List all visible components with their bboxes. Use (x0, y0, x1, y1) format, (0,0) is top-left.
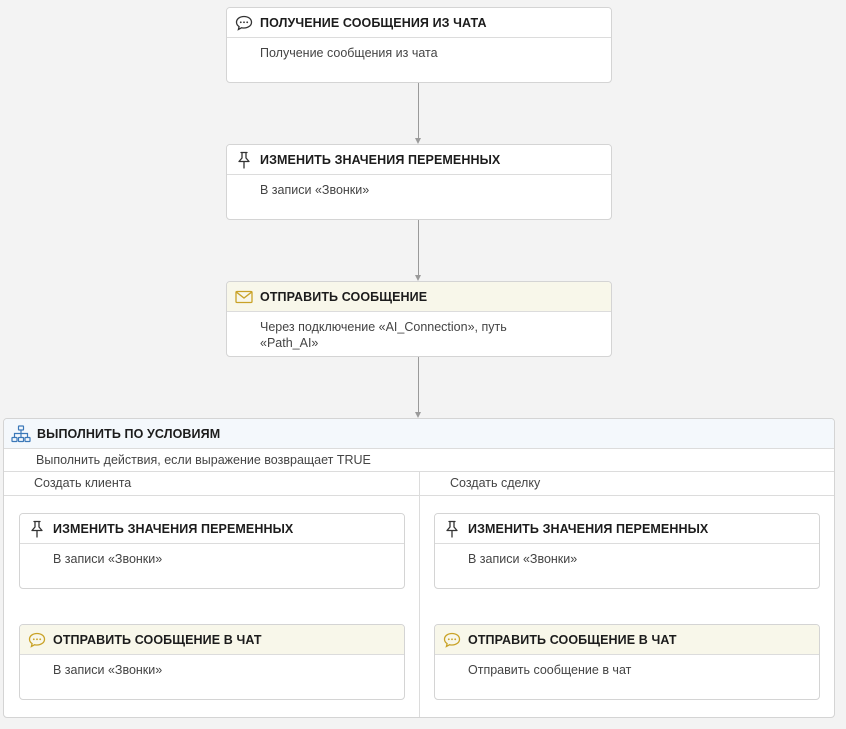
step-title: ОТПРАВИТЬ СООБЩЕНИЕ В ЧАТ (468, 632, 677, 647)
hierarchy-icon (11, 424, 31, 444)
branch-divider (419, 472, 420, 717)
condition-header: ВЫПОЛНИТЬ ПО УСЛОВИЯМ (4, 419, 834, 449)
branch-step-change-variables[interactable]: ИЗМЕНИТЬ ЗНАЧЕНИЯ ПЕРЕМЕННЫХ В записи «З… (19, 513, 405, 589)
branch-step-send-chat-message[interactable]: ОТПРАВИТЬ СООБЩЕНИЕ В ЧАТ В записи «Звон… (19, 624, 405, 700)
step-description: В записи «Звонки» (260, 183, 370, 197)
step-title: ИЗМЕНИТЬ ЗНАЧЕНИЯ ПЕРЕМЕННЫХ (53, 521, 294, 536)
pin-icon (442, 519, 462, 539)
step-description: Получение сообщения из чата (260, 46, 438, 60)
step-header: ИЗМЕНИТЬ ЗНАЧЕНИЯ ПЕРЕМЕННЫХ (227, 145, 611, 175)
envelope-icon (234, 287, 254, 307)
step-title: ИЗМЕНИТЬ ЗНАЧЕНИЯ ПЕРЕМЕННЫХ (468, 521, 709, 536)
step-description: Через подключение «AI_Connection», путь … (260, 320, 507, 350)
step-change-variables[interactable]: ИЗМЕНИТЬ ЗНАЧЕНИЯ ПЕРЕМЕННЫХ В записи «З… (226, 144, 612, 220)
step-title: ОТПРАВИТЬ СООБЩЕНИЕ (260, 289, 428, 304)
step-header: ИЗМЕНИТЬ ЗНАЧЕНИЯ ПЕРЕМЕННЫХ (435, 514, 819, 544)
connector-line (418, 83, 419, 138)
branch-step-change-variables[interactable]: ИЗМЕНИТЬ ЗНАЧЕНИЯ ПЕРЕМЕННЫХ В записи «З… (434, 513, 820, 589)
chat-bubble-icon (234, 13, 254, 33)
pin-icon (234, 150, 254, 170)
pin-icon (27, 519, 47, 539)
branch-label-create-deal[interactable]: Создать сделку (450, 472, 540, 495)
step-description: Отправить сообщение в чат (468, 663, 632, 677)
condition-block[interactable]: ВЫПОЛНИТЬ ПО УСЛОВИЯМ Выполнить действия… (3, 418, 835, 718)
step-header: ИЗМЕНИТЬ ЗНАЧЕНИЯ ПЕРЕМЕННЫХ (20, 514, 404, 544)
step-title: ОТПРАВИТЬ СООБЩЕНИЕ В ЧАТ (53, 632, 262, 647)
step-header: ОТПРАВИТЬ СООБЩЕНИЕ В ЧАТ (20, 625, 404, 655)
condition-description: Выполнить действия, если выражение возвр… (4, 449, 834, 472)
step-description: В записи «Звонки» (53, 552, 163, 566)
step-receive-chat-message[interactable]: ПОЛУЧЕНИЕ СООБЩЕНИЯ ИЗ ЧАТА Получение со… (226, 7, 612, 83)
step-title: ПОЛУЧЕНИЕ СООБЩЕНИЯ ИЗ ЧАТА (260, 15, 487, 30)
step-header: ОТПРАВИТЬ СООБЩЕНИЕ (227, 282, 611, 312)
branch-label-create-client[interactable]: Создать клиента (34, 472, 131, 495)
step-description: В записи «Звонки» (53, 663, 163, 677)
workflow-canvas: ПОЛУЧЕНИЕ СООБЩЕНИЯ ИЗ ЧАТА Получение со… (0, 0, 846, 729)
branch-step-send-chat-message[interactable]: ОТПРАВИТЬ СООБЩЕНИЕ В ЧАТ Отправить сооб… (434, 624, 820, 700)
chat-bubble-icon (442, 630, 462, 650)
connector-line (418, 357, 419, 412)
chat-bubble-icon (27, 630, 47, 650)
step-header: ПОЛУЧЕНИЕ СООБЩЕНИЯ ИЗ ЧАТА (227, 8, 611, 38)
step-send-message[interactable]: ОТПРАВИТЬ СООБЩЕНИЕ Через подключение «A… (226, 281, 612, 357)
condition-title: ВЫПОЛНИТЬ ПО УСЛОВИЯМ (37, 426, 221, 441)
step-header: ОТПРАВИТЬ СООБЩЕНИЕ В ЧАТ (435, 625, 819, 655)
step-title: ИЗМЕНИТЬ ЗНАЧЕНИЯ ПЕРЕМЕННЫХ (260, 152, 501, 167)
step-description: В записи «Звонки» (468, 552, 578, 566)
connector-line (418, 220, 419, 275)
